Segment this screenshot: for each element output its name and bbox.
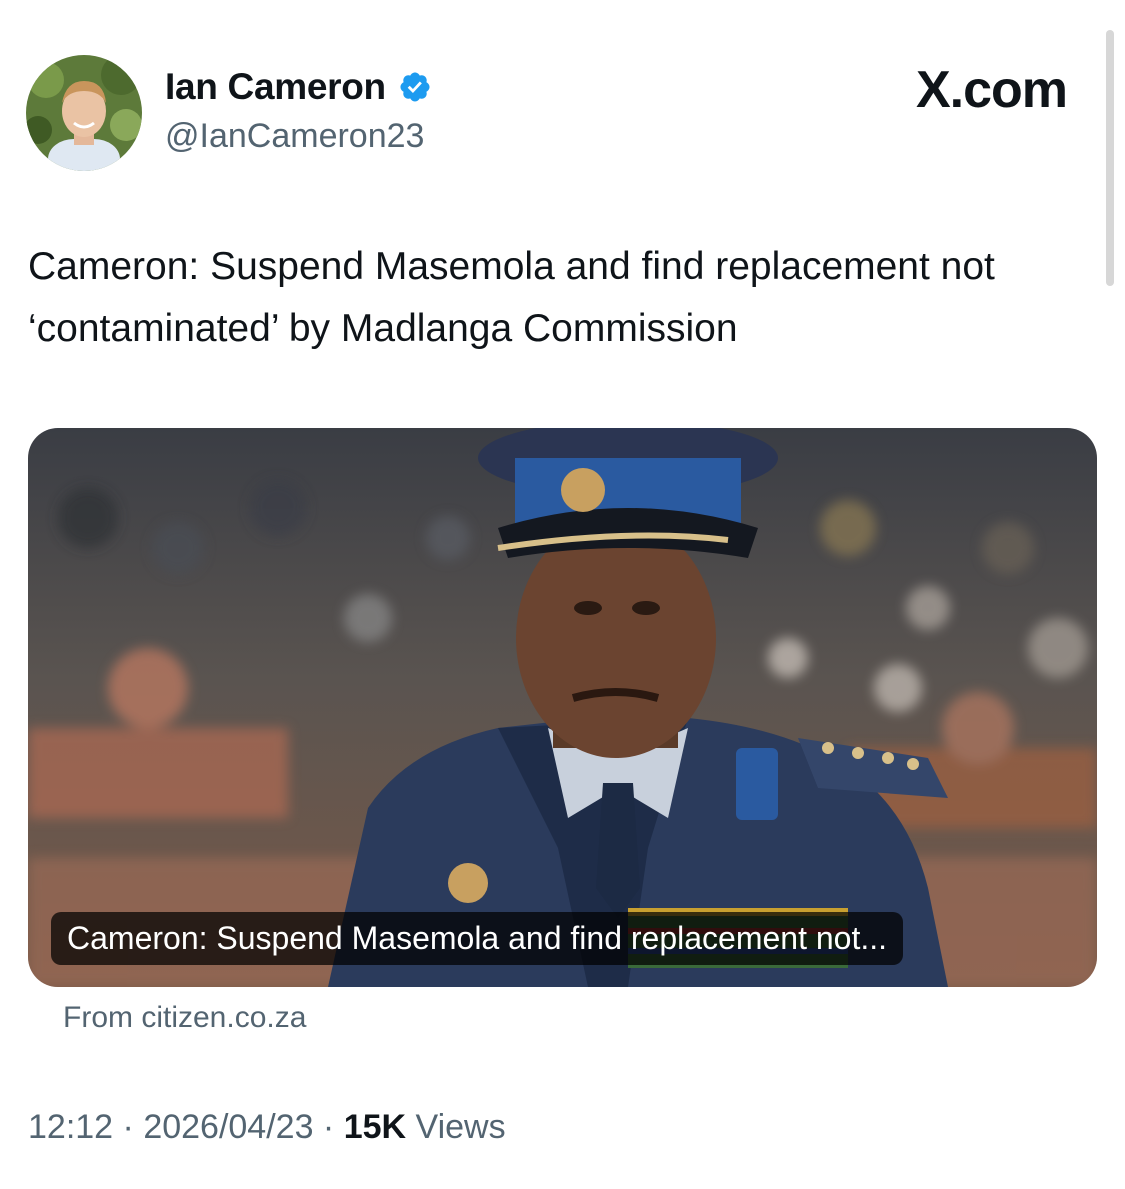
card-source-link[interactable]: From citizen.co.za <box>63 1001 306 1035</box>
views-label: Views <box>406 1108 506 1146</box>
scrollbar[interactable] <box>1106 30 1114 286</box>
tweet-meta: 12:12 · 2026/04/23 · 15K Views <box>28 1108 506 1147</box>
meta-separator: · <box>113 1108 144 1146</box>
card-image <box>28 428 1097 987</box>
tweet-time[interactable]: 12:12 <box>28 1108 113 1146</box>
tweet-text: Cameron: Suspend Masemola and find repla… <box>28 245 995 350</box>
author-name-text: Ian Cameron <box>165 66 386 107</box>
x-com-watermark: X.com <box>915 61 1068 119</box>
author-display-name[interactable]: Ian Cameron <box>165 66 432 108</box>
author-handle[interactable]: @IanCameron23 <box>165 117 424 156</box>
link-card[interactable]: Cameron: Suspend Masemola and find repla… <box>28 428 1097 987</box>
verified-badge-icon <box>398 70 432 104</box>
tweet-date[interactable]: 2026/04/23 <box>143 1108 313 1146</box>
meta-separator: · <box>313 1108 344 1146</box>
views-count[interactable]: 15K <box>344 1108 406 1146</box>
card-title-overlay: Cameron: Suspend Masemola and find repla… <box>51 912 904 965</box>
author-avatar[interactable] <box>26 55 142 171</box>
avatar-image <box>26 55 142 171</box>
